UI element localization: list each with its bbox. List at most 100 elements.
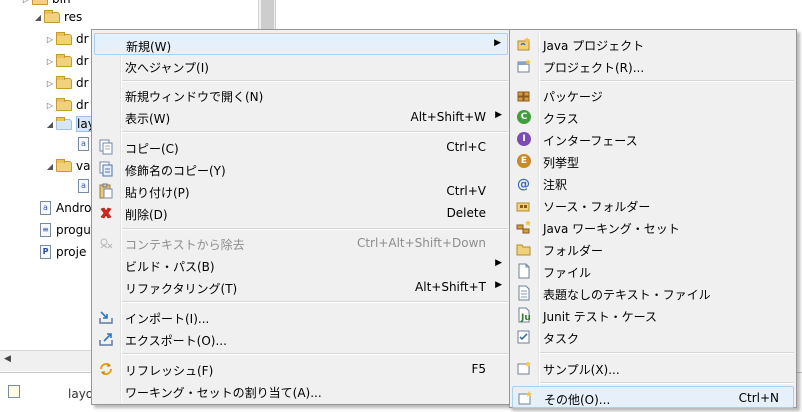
menu-item-refactor[interactable]: リファクタリング(T) Alt+Shift+T ▶ [94, 276, 508, 298]
submenu-item-folder[interactable]: フォルダー [512, 238, 794, 260]
menu-separator [540, 382, 794, 384]
tree-item-drawable[interactable]: ▷ dr [44, 72, 89, 94]
java-project-icon [516, 36, 532, 52]
expand-arrow-icon[interactable]: ▷ [44, 57, 56, 66]
scrollbar-thumb[interactable] [261, 0, 274, 30]
menu-item-label: 次へジャンプ(I) [125, 61, 209, 75]
remove-context-icon [98, 235, 114, 251]
tree-item-res[interactable]: ◢ res [32, 6, 82, 28]
tree-item-android-manifest[interactable]: a Andro [40, 197, 91, 219]
folder-icon [32, 0, 48, 5]
collapse-arrow-icon[interactable]: ◢ [44, 162, 56, 171]
junit-icon: Ju [516, 307, 532, 323]
submenu-item-enum[interactable]: E 列挙型 [512, 150, 794, 172]
submenu-item-package[interactable]: パッケージ [512, 84, 794, 106]
menu-item-label: Java ワーキング・セット [543, 222, 680, 236]
properties-file-icon: P [40, 245, 51, 259]
enum-icon: E [517, 154, 531, 168]
submenu-arrow-icon: ▶ [495, 110, 502, 120]
submenu-item-interface[interactable]: I インターフェース [512, 128, 794, 150]
menu-item-refresh[interactable]: リフレッシュ(F) F5 [94, 358, 508, 380]
submenu-item-file[interactable]: ファイル [512, 260, 794, 282]
menu-separator [122, 228, 508, 230]
menu-item-copy-qualified-name[interactable]: 修飾名のコピー(Y) [94, 158, 508, 180]
expand-arrow-icon[interactable]: ▷ [44, 35, 56, 44]
menu-item-label: インポート(I)... [125, 312, 210, 326]
new-file-icon[interactable] [8, 385, 20, 398]
menu-item-shortcut: F5 [471, 362, 486, 376]
menu-item-shortcut: Ctrl+C [446, 140, 486, 154]
menu-item-label: 注釈 [543, 178, 568, 192]
menu-item-label: サンプル(X)... [543, 363, 620, 377]
tree-item-proguard[interactable]: ≡ progu [40, 219, 91, 241]
menu-item-paste[interactable]: 貼り付け(P) Ctrl+V [94, 180, 508, 202]
menu-item-label: その他(O)... [544, 393, 611, 407]
expand-arrow-icon[interactable]: ▷ [44, 79, 56, 88]
tree-item-label: progu [56, 223, 91, 237]
copy-icon [98, 139, 114, 155]
submenu-item-other[interactable]: その他(O)... Ctrl+N [512, 386, 794, 408]
expand-arrow-icon[interactable]: ▷ [20, 0, 32, 4]
sample-icon [516, 360, 532, 376]
project-icon [516, 58, 532, 74]
menu-item-build-path[interactable]: ビルド・パス(B) ▶ [94, 254, 508, 276]
menu-item-label: 表示(W) [125, 112, 171, 126]
bottom-panel-label: layo [68, 387, 94, 401]
menu-item-shortcut: Delete [446, 206, 486, 220]
menu-item-remove-from-context[interactable]: コンテキストから除去 Ctrl+Alt+Shift+Down [94, 232, 508, 254]
tree-item-drawable[interactable]: ▷ dr [44, 50, 89, 72]
menu-item-label: リフレッシュ(F) [125, 364, 214, 378]
menu-item-label: Junit テスト・ケース [543, 310, 658, 324]
submenu-item-task[interactable]: タスク [512, 326, 794, 348]
menu-item-label: 表題なしのテキスト・ファイル [543, 288, 711, 302]
menu-item-open-in-new-window[interactable]: 新規ウィンドウで開く(N) [94, 84, 508, 106]
collapse-arrow-icon[interactable]: ◢ [44, 120, 56, 129]
submenu-item-untitled-text-file[interactable]: 表題なしのテキスト・ファイル [512, 282, 794, 304]
source-folder-icon [516, 197, 532, 213]
submenu-arrow-icon: ▶ [494, 38, 501, 48]
menu-item-label: ソース・フォルダー [543, 200, 651, 214]
tree-item-label: dr [76, 98, 89, 112]
submenu-item-java-project[interactable]: Java プロジェクト [512, 33, 794, 55]
submenu-item-example[interactable]: サンプル(X)... [512, 357, 794, 379]
collapse-arrow-icon[interactable]: ◢ [32, 13, 44, 22]
menu-item-assign-working-sets[interactable]: ワーキング・セットの割り当て(A)... [94, 380, 508, 402]
menu-separator [122, 80, 508, 82]
submenu-item-annotation[interactable]: @ 注釈 [512, 172, 794, 194]
copy-qualified-icon [98, 161, 114, 177]
menu-item-import[interactable]: インポート(I)... [94, 306, 508, 328]
menu-item-label: 列挙型 [543, 156, 580, 170]
menu-item-delete[interactable]: 削除(D) Delete [94, 202, 508, 224]
annotation-icon: @ [516, 175, 532, 192]
tree-item-values[interactable]: ◢ va [44, 155, 90, 177]
expand-arrow-icon[interactable]: ▷ [44, 101, 56, 110]
menu-item-new[interactable]: 新規(W) ▶ [94, 33, 508, 55]
menu-item-label: クラス [543, 112, 579, 126]
submenu-item-class[interactable]: C クラス [512, 106, 794, 128]
menu-item-shortcut: Ctrl+V [446, 184, 486, 198]
submenu-item-project[interactable]: プロジェクト(R)... [512, 55, 794, 77]
menu-separator [122, 353, 508, 355]
menu-item-label: ファイル [543, 266, 592, 280]
menu-item-export[interactable]: エクスポート(O)... [94, 328, 508, 350]
folder-icon [56, 53, 72, 67]
submenu-item-java-working-set[interactable]: Java ワーキング・セット [512, 216, 794, 238]
svg-text:@: @ [517, 177, 530, 191]
menu-item-copy[interactable]: コピー(C) Ctrl+C [94, 136, 508, 158]
submenu-item-source-folder[interactable]: ソース・フォルダー [512, 194, 794, 216]
paste-icon [98, 183, 114, 199]
tree-item-project-properties[interactable]: P proje [40, 241, 86, 263]
folder-icon [44, 9, 60, 23]
scroll-left-icon[interactable]: ◀ [4, 354, 11, 364]
menu-item-label: エクスポート(O)... [125, 334, 227, 348]
export-icon [98, 331, 114, 347]
menu-item-label: ビルド・パス(B) [125, 260, 215, 274]
folder-icon [56, 158, 72, 172]
submenu-item-junit-test-case[interactable]: Ju Junit テスト・ケース [512, 304, 794, 326]
folder-icon [56, 97, 72, 111]
menu-item-label: プロジェクト(R)... [543, 61, 645, 75]
other-icon [517, 390, 533, 406]
menu-item-show-in[interactable]: 表示(W) Alt+Shift+W ▶ [94, 106, 508, 128]
menu-item-go-into[interactable]: 次へジャンプ(I) [94, 55, 508, 77]
tree-item-drawable[interactable]: ▷ dr [44, 28, 89, 50]
